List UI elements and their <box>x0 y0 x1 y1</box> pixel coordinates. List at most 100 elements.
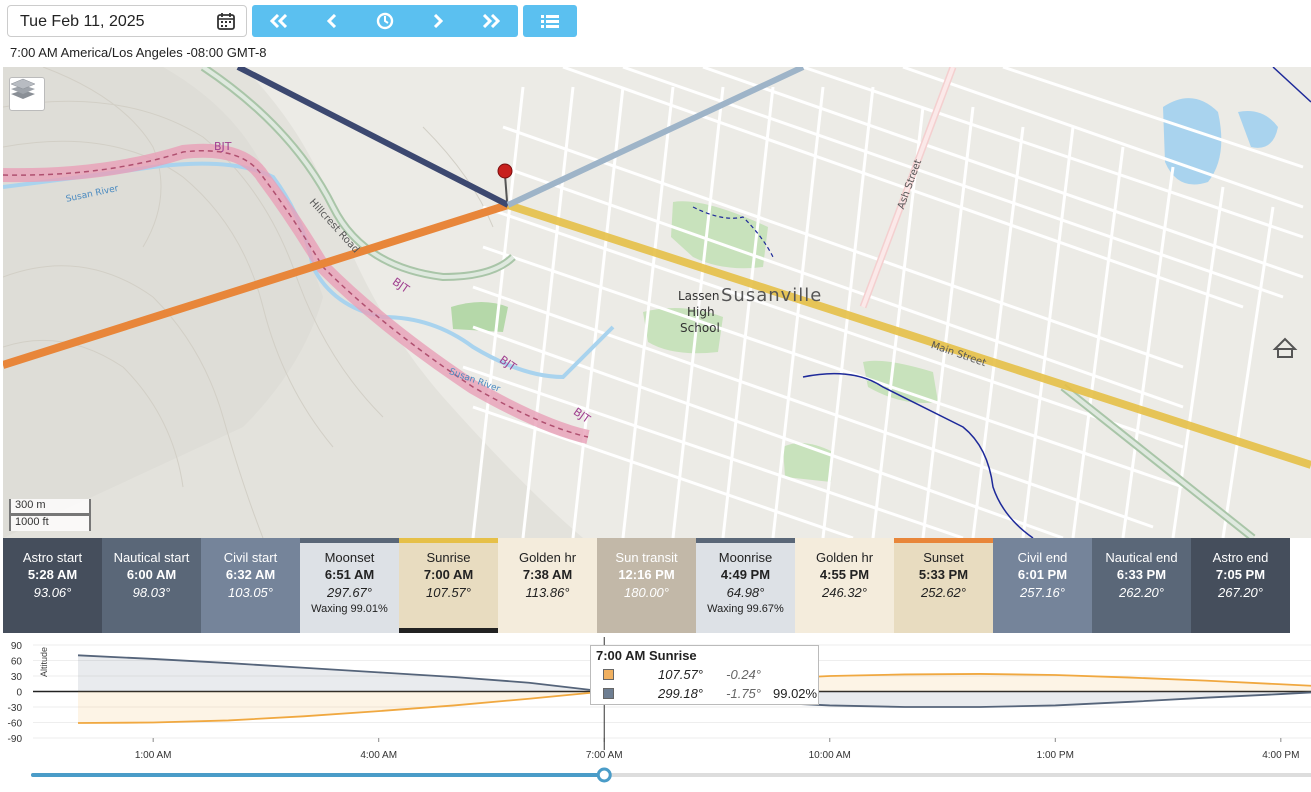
back-hour-button[interactable] <box>305 5 358 37</box>
event-cell[interactable]: Moonset 6:51 AM 297.67° Waxing 99.01% <box>300 538 399 633</box>
date-picker[interactable]: Tue Feb 11, 2025 <box>7 5 247 37</box>
event-cell[interactable]: Sun transit 12:16 PM 180.00° <box>597 538 696 633</box>
event-name: Moonset <box>324 550 375 565</box>
accent-strip <box>399 538 498 543</box>
event-name: Nautical end <box>1105 550 1178 565</box>
layers-icon <box>10 78 36 99</box>
trail-label-1: BJT <box>214 140 232 153</box>
event-name: Sunset <box>923 550 964 565</box>
back-day-button[interactable] <box>252 5 305 37</box>
event-time: 12:16 PM <box>618 567 675 582</box>
tooltip-moon-row: 299.18° -1.75° 99.02% <box>603 686 818 702</box>
event-time: 6:32 AM <box>225 567 276 582</box>
moon-phase: 99.02% <box>773 686 818 701</box>
toolbar: Tue Feb 11, 2025 7:00 AM America/Los Ang… <box>0 0 1311 66</box>
town-label: Susanville <box>721 285 823 306</box>
x-tick-label: 7:00 AM <box>586 750 623 761</box>
scale-metric: 300 m <box>9 499 91 515</box>
event-phase: Waxing 99.01% <box>311 603 388 615</box>
events-strip: Astro start 5:28 AM 93.06° Nautical start 6:… <box>3 538 1290 633</box>
event-name: Astro end <box>1212 550 1269 565</box>
event-cell[interactable]: Astro start 5:28 AM 93.06° <box>3 538 102 633</box>
x-tick-label: 1:00 PM <box>1037 750 1074 761</box>
y-tick-label: 90 <box>11 641 23 652</box>
event-deg: 180.00° <box>624 585 669 600</box>
event-deg: 98.03° <box>132 585 171 600</box>
accent-strip <box>696 538 795 543</box>
event-deg: 267.20° <box>1218 585 1263 600</box>
clock-icon <box>376 12 394 30</box>
sun-altitude: -0.24° <box>726 667 761 682</box>
event-cell[interactable]: Sunset 5:33 PM 252.62° <box>894 538 993 633</box>
tooltip-sun-row: 107.57° -0.24° <box>603 667 818 683</box>
layers-button[interactable] <box>9 77 45 111</box>
event-cell[interactable]: Sunrise 7:00 AM 107.57° <box>399 538 498 633</box>
forward-hour-button[interactable] <box>412 5 465 37</box>
moon-swatch <box>603 688 614 699</box>
y-tick-label: 30 <box>11 672 23 683</box>
double-right-icon <box>483 14 501 28</box>
time-nav-group <box>252 5 518 37</box>
tooltip-title: 7:00 AM Sunrise <box>596 648 697 663</box>
event-deg: 113.86° <box>525 585 570 600</box>
event-time: 4:49 PM <box>720 567 771 582</box>
x-tick-label: 4:00 AM <box>360 750 397 761</box>
event-name: Nautical start <box>113 550 190 565</box>
event-cell[interactable]: Nautical end 6:33 PM 262.20° <box>1092 538 1191 633</box>
event-name: Civil end <box>1017 550 1068 565</box>
event-cell[interactable]: Moonrise 4:49 PM 64.98° Waxing 99.67% <box>696 538 795 633</box>
event-deg: 64.98° <box>726 585 765 600</box>
event-phase: Waxing 99.67% <box>707 603 784 615</box>
event-deg: 107.57° <box>426 585 471 600</box>
event-name: Sunrise <box>426 550 471 565</box>
event-cell[interactable]: Golden hr 4:55 PM 246.32° <box>795 538 894 633</box>
event-cell[interactable]: Civil start 6:32 AM 103.05° <box>201 538 300 633</box>
moon-altitude: -1.75° <box>726 686 761 701</box>
event-cell[interactable]: Golden hr 7:38 AM 113.86° <box>498 538 597 633</box>
school-label-1: Lassen <box>678 289 720 303</box>
y-tick-label: -60 <box>8 719 23 730</box>
event-time: 4:55 PM <box>819 567 870 582</box>
calendar-icon[interactable] <box>216 11 236 31</box>
sun-swatch <box>603 669 614 680</box>
sun-azimuth: 107.57° <box>658 667 703 682</box>
school-label-3: School <box>680 321 720 335</box>
map[interactable]: Susanville Lassen High School Hillcrest … <box>3 67 1311 538</box>
y-tick-label: 0 <box>16 688 22 699</box>
event-deg: 262.20° <box>1119 585 1164 600</box>
double-left-icon <box>269 14 287 28</box>
event-deg: 297.67° <box>327 585 372 600</box>
time-slider-handle[interactable] <box>596 767 612 783</box>
event-cell[interactable]: Astro end 7:05 PM 267.20° <box>1191 538 1290 633</box>
event-cell[interactable]: Nautical start 6:00 AM 98.03° <box>102 538 201 633</box>
left-icon <box>326 14 336 28</box>
timezone-label: 7:00 AM America/Los Angeles -08:00 GMT-8 <box>10 45 267 60</box>
event-name: Golden hr <box>518 550 577 565</box>
event-time: 5:33 PM <box>918 567 969 582</box>
event-cell[interactable]: Civil end 6:01 PM 257.16° <box>993 538 1092 633</box>
event-name: Golden hr <box>815 550 874 565</box>
event-name: Sun transit <box>615 550 678 565</box>
event-deg: 252.62° <box>921 585 966 600</box>
now-button[interactable] <box>358 5 411 37</box>
event-time: 6:51 AM <box>324 567 375 582</box>
x-tick-label: 10:00 AM <box>809 750 851 761</box>
event-time: 5:28 AM <box>27 567 78 582</box>
x-tick-label: 1:00 AM <box>135 750 172 761</box>
event-deg: 257.16° <box>1020 585 1065 600</box>
y-axis-label: Altitude <box>39 647 49 677</box>
date-text: Tue Feb 11, 2025 <box>20 13 145 30</box>
event-name: Moonrise <box>718 550 773 565</box>
map-canvas <box>3 67 1311 538</box>
y-tick-label: 60 <box>11 657 23 668</box>
list-button[interactable] <box>523 5 577 37</box>
x-tick-label: 4:00 PM <box>1262 750 1299 761</box>
forward-day-button[interactable] <box>465 5 518 37</box>
chart-tooltip: 7:00 AM Sunrise 107.57° -0.24° 299.18° -… <box>590 645 819 705</box>
moon-azimuth: 299.18° <box>658 686 703 701</box>
map-scale: 300 m 1000 ft <box>9 499 91 531</box>
event-name: Astro start <box>22 550 83 565</box>
accent-strip <box>300 538 399 543</box>
list-icon <box>541 15 559 28</box>
event-time: 7:00 AM <box>423 567 474 582</box>
